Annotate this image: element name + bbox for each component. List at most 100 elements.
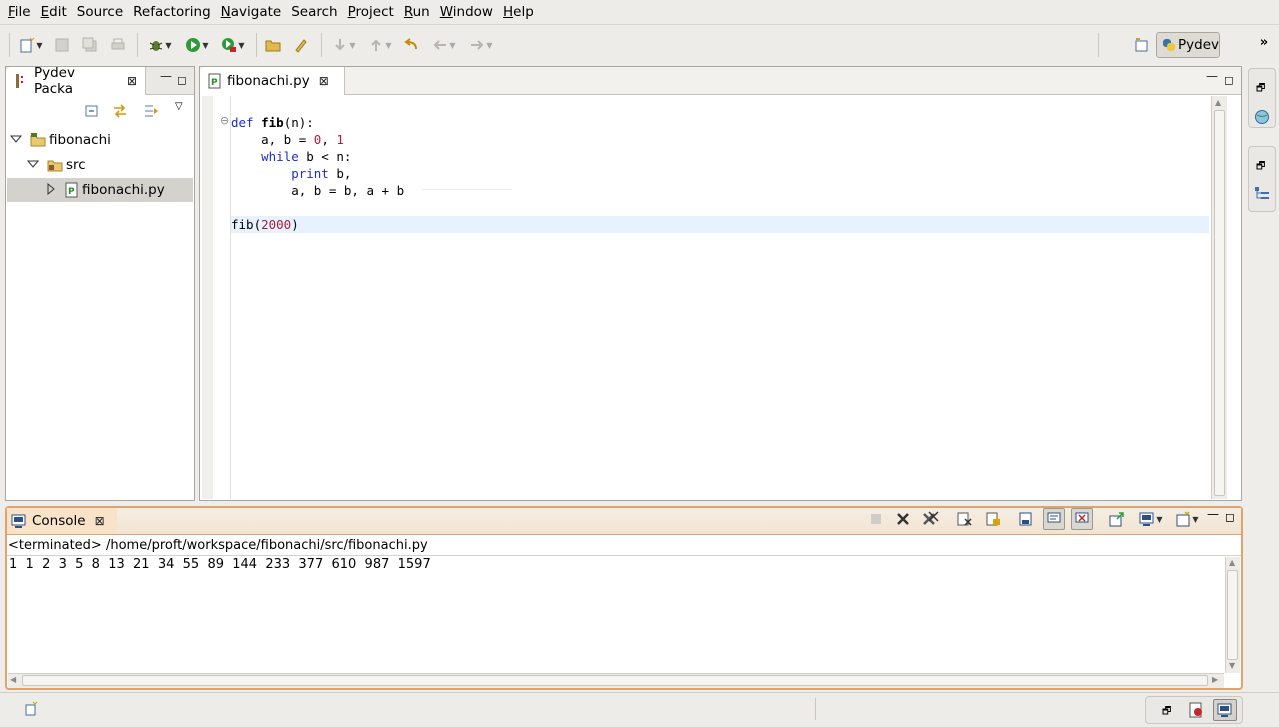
pin-console-button[interactable] — [1015, 508, 1037, 530]
display-console-button[interactable]: ▼ — [1136, 508, 1166, 530]
last-edit-icon — [404, 38, 417, 50]
scroll-up-icon[interactable]: ▲ — [1215, 98, 1221, 107]
collapse-all-button[interactable] — [84, 103, 104, 121]
debug-button[interactable]: ▼ — [145, 35, 175, 55]
menu-refactoring[interactable]: Refactoring — [128, 1, 216, 23]
close-icon[interactable]: ⊠ — [95, 514, 105, 528]
show-on-stderr-button[interactable] — [1071, 508, 1093, 530]
display-console-icon — [1139, 512, 1154, 526]
restore-icon[interactable]: 🗗 — [1256, 159, 1265, 176]
forward-button[interactable]: ▼ — [466, 35, 496, 55]
tab-package-explorer[interactable]: Pydev Packa ⊠ — [6, 65, 146, 97]
console-vertical-scrollbar[interactable]: ▲ ▼ — [1225, 557, 1240, 673]
code-line-3[interactable]: while b < n: — [231, 148, 351, 165]
show-on-stdout-button[interactable] — [1043, 508, 1065, 530]
external-tools-icon — [222, 38, 237, 52]
tree-item-src[interactable]: src — [6, 153, 194, 177]
scroll-left-icon[interactable]: ◀ — [10, 675, 16, 684]
menu-window[interactable]: Window — [435, 1, 498, 23]
scroll-up-icon[interactable]: ▲ — [1229, 558, 1235, 567]
collapsed-twisty-icon[interactable] — [45, 182, 59, 197]
scrollbar-thumb[interactable] — [1227, 570, 1238, 660]
console-horizontal-scrollbar[interactable]: ◀ ▶ — [8, 673, 1224, 688]
svg-text:P: P — [211, 78, 218, 88]
terminate-button[interactable] — [865, 508, 887, 530]
new-button[interactable]: ▼ — [17, 35, 45, 55]
remove-all-terminated-button[interactable] — [920, 508, 942, 530]
menu-mnemonic: P — [347, 4, 356, 20]
scroll-lock-button[interactable] — [982, 508, 1004, 530]
menu-source[interactable]: Source — [72, 1, 128, 23]
stop-icon — [871, 514, 881, 524]
restore-icon[interactable]: 🗗 — [1256, 81, 1265, 98]
open-perspective-icon — [1135, 38, 1148, 52]
tree-item-project[interactable]: fibonachi — [6, 128, 194, 152]
code-line-4[interactable]: print b, — [231, 165, 351, 182]
code-line-2[interactable]: a, b = 0, 1 — [231, 131, 344, 148]
maximize-icon[interactable]: ◻ — [177, 73, 187, 87]
menu-run[interactable]: Run — [399, 1, 435, 23]
menu-help[interactable]: Help — [498, 1, 539, 23]
tab-console[interactable]: Console ⊠ — [7, 508, 117, 534]
menu-mnemonic: R — [403, 4, 413, 20]
tab-fibonachi-py[interactable]: P fibonachi.py ⊠ — [200, 67, 345, 95]
view-menu-chevron-icon[interactable]: ▽ — [175, 101, 183, 112]
menu-navigate[interactable]: Navigate — [216, 1, 287, 23]
perspective-pydev-button[interactable]: Pydev — [1156, 32, 1220, 58]
fast-view-icon[interactable] — [24, 701, 40, 717]
right-trim-stack-2: 🗗 — [1248, 146, 1276, 212]
scrollbar-thumb[interactable] — [22, 675, 1208, 686]
console-icon — [11, 514, 26, 528]
menu-project[interactable]: Project — [343, 1, 399, 23]
previous-annotation-button[interactable]: ▼ — [365, 35, 395, 55]
open-perspective-button[interactable] — [1131, 35, 1151, 55]
minimize-icon[interactable]: — — [160, 69, 172, 83]
arrow-left-icon — [434, 40, 447, 50]
menu-file[interactable]: File — [3, 1, 36, 23]
open-task-button[interactable] — [292, 35, 310, 55]
code-line-7[interactable]: fib(2000) — [231, 216, 299, 233]
folder-open-icon — [265, 40, 281, 52]
console-output[interactable]: 1 1 2 3 5 8 13 21 34 55 89 144 233 377 6… — [8, 558, 1224, 672]
minimize-icon[interactable]: — — [1206, 69, 1218, 83]
expanded-twisty-icon[interactable] — [9, 133, 24, 147]
remove-launch-button[interactable] — [892, 508, 914, 530]
fold-collapse-icon[interactable]: ⊖ — [220, 114, 229, 127]
save-all-button[interactable] — [81, 35, 99, 55]
problems-view-icon[interactable] — [1188, 702, 1204, 718]
chevron-down-icon: ▼ — [1192, 514, 1199, 524]
external-tools-button[interactable]: ▼ — [218, 35, 248, 55]
open-console-settings-button[interactable] — [1106, 508, 1128, 530]
tree-item-file-selected[interactable]: P fibonachi.py — [7, 178, 193, 202]
maximize-icon[interactable]: ◻ — [1225, 510, 1235, 524]
scroll-right-icon[interactable]: ▶ — [1212, 675, 1218, 684]
code-line-5[interactable]: a, b = b, a + b — [231, 182, 404, 199]
next-annotation-button[interactable]: ▼ — [329, 35, 359, 55]
console-view-toggle[interactable] — [1213, 699, 1237, 721]
filter-button[interactable] — [144, 103, 164, 121]
editor-vertical-scrollbar[interactable]: ▲ — [1211, 96, 1227, 499]
print-button[interactable] — [109, 35, 127, 55]
minimize-icon[interactable]: — — [1207, 507, 1219, 521]
maximize-icon[interactable]: ◻ — [1224, 73, 1234, 87]
close-icon[interactable]: ⊠ — [127, 74, 137, 88]
close-icon[interactable]: ⊠ — [319, 74, 329, 88]
scroll-down-icon[interactable]: ▼ — [1229, 661, 1235, 670]
save-button[interactable] — [53, 35, 71, 55]
clear-console-button[interactable] — [954, 508, 976, 530]
code-line-1[interactable]: def fib(n): — [231, 114, 314, 131]
expanded-twisty-icon[interactable] — [26, 158, 41, 172]
outline-tree-icon[interactable] — [1254, 185, 1270, 201]
toolbar-overflow-chevron[interactable]: » — [1254, 32, 1274, 52]
outline-globe-icon[interactable] — [1254, 109, 1270, 125]
run-button[interactable]: ▼ — [182, 35, 212, 55]
last-edit-button[interactable] — [401, 35, 421, 55]
back-button[interactable]: ▼ — [429, 35, 459, 55]
open-type-button[interactable] — [264, 35, 282, 55]
link-with-editor-button[interactable] — [112, 103, 132, 121]
new-console-button[interactable]: ▼ — [1172, 508, 1202, 530]
scrollbar-thumb[interactable] — [1214, 110, 1225, 496]
restore-icon[interactable]: 🗗 — [1162, 704, 1171, 721]
menu-search[interactable]: Search — [286, 1, 342, 23]
menu-edit[interactable]: Edit — [36, 1, 72, 23]
